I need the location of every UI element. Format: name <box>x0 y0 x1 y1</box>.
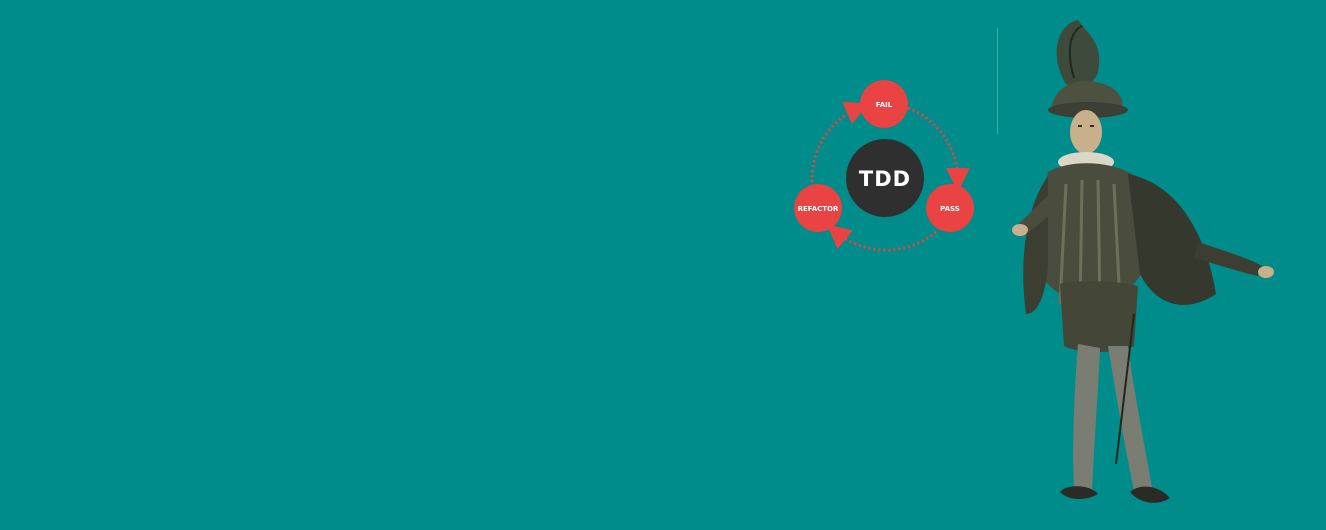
refactor-node-label: REFACTOR <box>798 205 839 213</box>
tdd-center-label: TDD <box>859 167 911 191</box>
arrow-pass-to-refactor <box>826 224 937 252</box>
pass-node-label: PASS <box>940 205 960 213</box>
tdd-cycle-diagram: TDD FAIL PASS REFACTOR <box>794 80 974 252</box>
slide-canvas: TDD FAIL PASS REFACTOR <box>0 0 1326 530</box>
fail-node-label: FAIL <box>876 101 893 109</box>
costumed-gentleman-illustration-icon <box>1012 20 1274 503</box>
vertical-divider <box>997 28 998 134</box>
